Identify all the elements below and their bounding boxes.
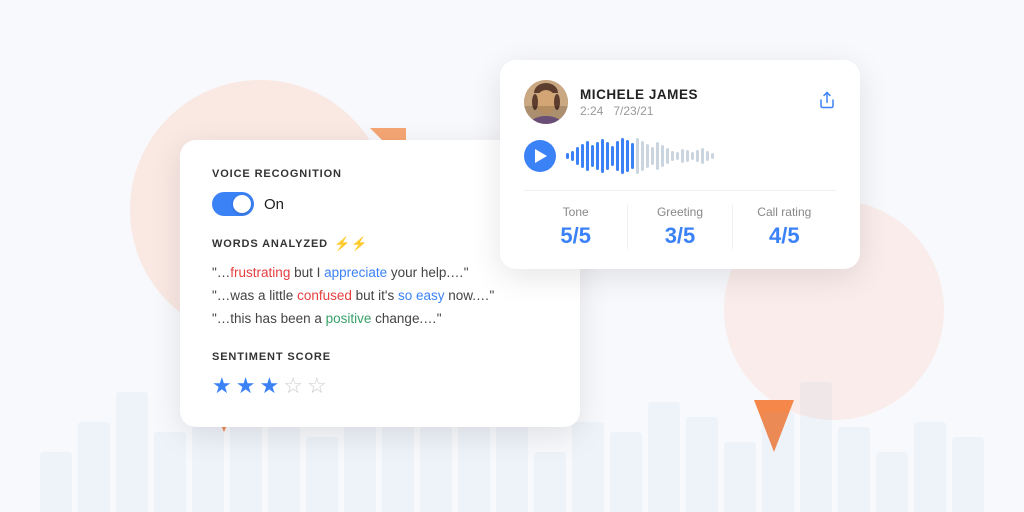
call-header: MICHELE JAMES 2:24 7/23/21 xyxy=(524,80,836,124)
waveform-bar xyxy=(616,141,619,171)
waveform-row xyxy=(524,138,836,174)
bg-bar xyxy=(116,392,148,512)
bg-bar xyxy=(40,452,72,512)
quotes-block: "…frustrating but I appreciate your help… xyxy=(212,262,548,331)
share-icon[interactable] xyxy=(818,91,836,114)
metrics-row: Tone 5/5 Greeting 3/5 Call rating 4/5 xyxy=(524,190,836,249)
call-name: MICHELE JAMES xyxy=(580,87,698,102)
call-date: 7/23/21 xyxy=(613,104,653,118)
waveform-bar xyxy=(696,150,699,162)
waveform-bar xyxy=(586,141,589,171)
avatar xyxy=(524,80,568,124)
voice-card-title: VOICE RECOGNITION xyxy=(212,168,548,180)
waveform-bar xyxy=(686,150,689,162)
call-duration: 2:24 xyxy=(580,104,603,118)
waveform-bar xyxy=(626,140,629,172)
avatar-inner xyxy=(524,80,568,124)
call-card: MICHELE JAMES 2:24 7/23/21 xyxy=(500,60,860,269)
waveform-bar xyxy=(701,148,704,164)
quote-line: "…this has been a positive change.…" xyxy=(212,308,548,331)
waveform-bar xyxy=(641,141,644,171)
sentiment-stars: ★★★☆☆ xyxy=(212,373,548,399)
sentiment-title: SENTIMENT SCORE xyxy=(212,351,548,363)
waveform-bar xyxy=(661,145,664,167)
waveform-bar xyxy=(691,152,694,160)
waveform-bar xyxy=(636,138,639,174)
waveform-bar xyxy=(646,144,649,168)
waveform xyxy=(566,138,836,174)
quote-line: "…frustrating but I appreciate your help… xyxy=(212,262,548,285)
star-empty: ☆ xyxy=(307,373,327,399)
voice-recognition-toggle[interactable] xyxy=(212,192,254,216)
play-button[interactable] xyxy=(524,140,556,172)
toggle-row: On xyxy=(212,192,548,216)
call-meta: 2:24 7/23/21 xyxy=(580,104,698,118)
bg-bar xyxy=(952,437,984,512)
waveform-bar xyxy=(621,138,624,174)
waveform-bar xyxy=(601,139,604,173)
waveform-bar xyxy=(611,146,614,166)
waveform-bar xyxy=(681,149,684,163)
metric-item: Tone 5/5 xyxy=(524,205,627,249)
waveform-bar xyxy=(596,142,599,170)
call-header-left: MICHELE JAMES 2:24 7/23/21 xyxy=(524,80,698,124)
call-info: MICHELE JAMES 2:24 7/23/21 xyxy=(580,87,698,118)
waveform-bar xyxy=(711,153,714,159)
waveform-bar xyxy=(671,151,674,161)
play-icon xyxy=(535,149,547,163)
waveform-bar xyxy=(666,148,669,164)
waveform-bar xyxy=(676,152,679,160)
waveform-bar xyxy=(591,145,594,167)
waveform-bar xyxy=(581,144,584,168)
metric-value: 4/5 xyxy=(733,223,836,249)
words-analyzed-title: WORDS ANALYZED ⚡⚡ xyxy=(212,236,548,252)
bg-bar xyxy=(914,422,946,512)
waveform-bar xyxy=(706,151,709,161)
metric-item: Call rating 4/5 xyxy=(732,205,836,249)
metric-label: Greeting xyxy=(628,205,731,219)
toggle-label: On xyxy=(264,196,284,213)
star-filled: ★ xyxy=(259,373,279,399)
bg-bar xyxy=(534,452,566,512)
waveform-bar xyxy=(606,142,609,170)
waveform-bar xyxy=(571,151,574,161)
sentiment-section: SENTIMENT SCORE ★★★☆☆ xyxy=(212,351,548,399)
bg-bar xyxy=(876,452,908,512)
quote-line: "…was a little confused but it's so easy… xyxy=(212,285,548,308)
waveform-bar xyxy=(576,147,579,165)
waveform-bar xyxy=(651,147,654,165)
waveform-bar xyxy=(656,142,659,170)
star-empty: ☆ xyxy=(283,373,303,399)
metric-item: Greeting 3/5 xyxy=(627,205,731,249)
star-filled: ★ xyxy=(212,373,232,399)
cards-wrapper: VOICE RECOGNITION On WORDS ANALYZED ⚡⚡ "… xyxy=(180,60,860,460)
metric-label: Call rating xyxy=(733,205,836,219)
words-icon: ⚡⚡ xyxy=(334,236,368,252)
waveform-bar xyxy=(566,153,569,159)
waveform-bar xyxy=(631,143,634,169)
metric-value: 5/5 xyxy=(524,223,627,249)
metric-label: Tone xyxy=(524,205,627,219)
metric-value: 3/5 xyxy=(628,223,731,249)
star-filled: ★ xyxy=(236,373,256,399)
bg-bar xyxy=(78,422,110,512)
